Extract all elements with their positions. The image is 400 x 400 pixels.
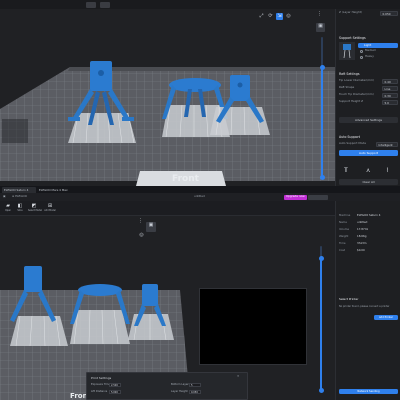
network-sending-button[interactable]: Network Sending bbox=[339, 389, 398, 394]
upgrade-badge[interactable]: Upgrade now bbox=[284, 194, 307, 200]
bottom-window: ELEGOO Saturn 4 ELEGOO Mars 4 Max ▣ ≡ EL… bbox=[0, 186, 400, 400]
window-title: untitled bbox=[194, 194, 205, 198]
raft-row-input[interactable]: 5.0 bbox=[382, 99, 398, 105]
layer-slider-fill bbox=[320, 258, 322, 392]
top-title-bar bbox=[0, 0, 400, 9]
select-printer-hint: No printer found, please connect a print… bbox=[339, 305, 390, 308]
print-setting-field: Lift Distance 5.000 bbox=[91, 390, 141, 394]
print-setting-field: Bottom Layers 5 bbox=[171, 383, 221, 387]
more-icon[interactable]: ⋮ bbox=[137, 218, 144, 225]
top-window: Front ⤢ ⟳ ⇲ ◎ ⋮ ▣ Z (Layer Height) 0.050… bbox=[0, 0, 400, 186]
menubar: ▣ ≡ ELEGOO untitled Upgrade now bbox=[0, 193, 400, 201]
info-row: Machine ELEGOO Saturn 4 bbox=[339, 213, 381, 217]
auto-support-button[interactable]: Auto Support bbox=[339, 150, 398, 156]
layer-slider-fill bbox=[321, 67, 323, 179]
account-button[interactable] bbox=[308, 194, 328, 200]
raft-row-label: Support Height Z bbox=[339, 99, 363, 103]
auto-support-mode-label: Auto Support Mode bbox=[339, 141, 366, 145]
raft-row-label: Touch Tip Diameter(mm) bbox=[339, 92, 374, 96]
title-bar-button[interactable] bbox=[86, 1, 96, 8]
view-icon[interactable]: ◎ bbox=[138, 232, 145, 239]
info-row: Weight 18.66g bbox=[339, 234, 367, 238]
clear-all-button[interactable]: Clear All bbox=[339, 179, 398, 185]
print-setting-input[interactable]: 2.500 bbox=[109, 383, 121, 387]
support-settings-title: Support Settings bbox=[339, 36, 366, 40]
raft-row-input[interactable]: 0.30 bbox=[382, 92, 398, 98]
view-cube-icon[interactable]: ▣ bbox=[146, 222, 156, 232]
support-option-label: Medium bbox=[365, 48, 377, 52]
radio-heavy[interactable] bbox=[360, 56, 363, 59]
front-label: Front bbox=[172, 174, 199, 184]
layer-slider-handle[interactable] bbox=[318, 388, 324, 393]
info-row: Volume 17.87ml bbox=[339, 227, 369, 231]
support-side-panel: Z (Layer Height) 0.050 Support Settings … bbox=[335, 9, 400, 186]
support-tool-icon[interactable]: 𝐓 bbox=[344, 167, 348, 174]
rotate-icon[interactable]: ⟳ bbox=[267, 13, 274, 20]
info-row: Name untitled bbox=[339, 220, 368, 224]
more-icon[interactable]: ⋮ bbox=[316, 11, 323, 18]
layer-preview bbox=[199, 288, 307, 365]
support-option-label: Light bbox=[364, 43, 372, 47]
slice-button[interactable]: ◧ Slice bbox=[14, 203, 26, 215]
print-settings-title: Print Settings bbox=[91, 376, 112, 380]
support-tool-icon[interactable]: ⋏ bbox=[366, 167, 370, 174]
print-setting-input[interactable]: 5.000 bbox=[109, 390, 121, 394]
printer-tabs: ELEGOO Saturn 4 ELEGOO Mars 4 Max bbox=[0, 186, 400, 193]
support-option-light[interactable]: Light bbox=[358, 43, 398, 48]
raft-row-input[interactable]: Line bbox=[382, 85, 398, 91]
info-row: Time 3h13m bbox=[339, 241, 367, 245]
move-icon[interactable]: ⤢ bbox=[258, 13, 265, 20]
close-icon[interactable]: ✕ bbox=[237, 374, 239, 379]
layer-slider-handle[interactable] bbox=[319, 65, 325, 70]
select-model-button[interactable]: ◩ Select Model bbox=[28, 203, 42, 215]
app-logo-icon: ▣ bbox=[3, 194, 6, 198]
print-setting-input[interactable]: 5 bbox=[189, 383, 201, 387]
raft-row-label: Tip Lower Diameter(mm) bbox=[339, 78, 375, 82]
add-printer-button[interactable]: Add Printer bbox=[374, 315, 398, 320]
3d-viewport[interactable]: Front ⤢ ⟳ ⇲ ◎ ⋮ ▣ bbox=[0, 9, 335, 186]
auto-support-title: Auto Support bbox=[339, 135, 361, 139]
print-setting-field: Exposure Time 2.500 bbox=[91, 383, 141, 387]
layer-height-input[interactable]: 0.050 bbox=[380, 10, 398, 16]
raft-row-label: Raft Shape bbox=[339, 85, 355, 89]
main-toolbar: ▰ Open ◧ Slice ◩ Select Model ⊞ Add Mode… bbox=[0, 201, 335, 216]
title-bar-button[interactable] bbox=[100, 1, 110, 8]
print-settings-panel: Print Settings Exposure Time 2.500 Lift … bbox=[86, 372, 248, 400]
layer-height-label: Z (Layer Height) bbox=[339, 10, 362, 14]
scale-icon[interactable]: ⇲ bbox=[276, 13, 283, 20]
build-plate-scene bbox=[0, 61, 335, 186]
print-setting-field: Layer Height 0.050 bbox=[171, 390, 221, 394]
support-preview-icon bbox=[339, 42, 355, 60]
menu-items[interactable]: ≡ ELEGOO bbox=[12, 194, 27, 199]
view-icon[interactable]: ◎ bbox=[285, 13, 292, 20]
print-setting-input[interactable]: 0.050 bbox=[189, 390, 201, 394]
info-side-panel: Machine ELEGOO Saturn 4 Name untitled Volu… bbox=[335, 201, 400, 400]
select-printer-title: Select Printer bbox=[339, 297, 359, 301]
layer-slider-handle[interactable] bbox=[319, 175, 325, 180]
raft-row-input[interactable]: 0.40 bbox=[382, 78, 398, 84]
support-tool-icon[interactable]: ⌇ bbox=[386, 167, 389, 174]
info-row: Cost $0.00 bbox=[339, 248, 365, 252]
support-option-label: Heavy bbox=[365, 54, 374, 58]
view-cube-icon[interactable]: ▣ bbox=[316, 23, 325, 32]
add-model-button[interactable]: ⊞ Add Model bbox=[44, 203, 56, 215]
advanced-settings-button[interactable]: Advanced Settings bbox=[339, 117, 398, 123]
radio-light[interactable] bbox=[360, 44, 363, 47]
layer-slider-handle[interactable] bbox=[318, 256, 324, 261]
radio-medium[interactable] bbox=[360, 50, 363, 53]
auto-support-mode-select[interactable]: Intelligent bbox=[376, 141, 398, 147]
open-button[interactable]: ▰ Open bbox=[2, 203, 14, 215]
raft-settings-title: Raft Settings bbox=[339, 72, 360, 76]
